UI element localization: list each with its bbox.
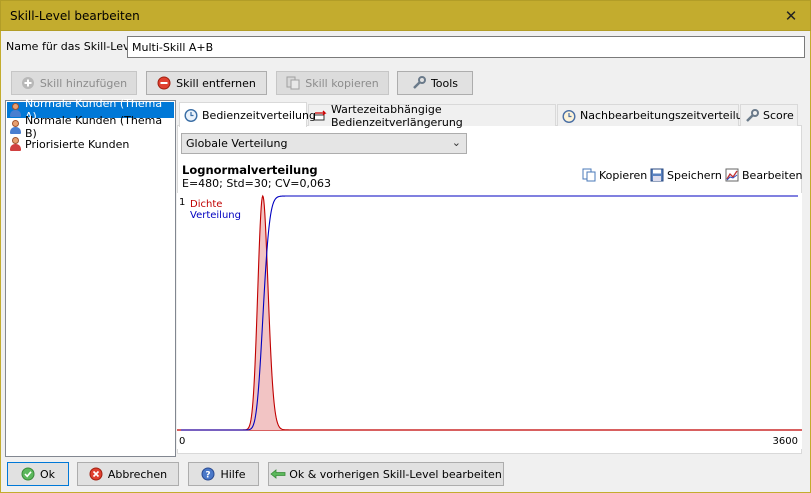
- help-button[interactable]: ? Hilfe: [188, 462, 259, 486]
- arrow-left-icon: [270, 467, 286, 481]
- copy-icon: [286, 76, 300, 90]
- tab-label: Wartezeitabhängige Bedienzeitverlängerun…: [331, 102, 463, 129]
- skill-list[interactable]: Normale Kunden (Thema A) Normale Kunden …: [5, 97, 176, 457]
- tools-label: Tools: [430, 76, 459, 90]
- tab-score[interactable]: Score: [740, 104, 798, 126]
- distribution-mode-select[interactable]: Globale Verteilung ⌄: [181, 133, 467, 154]
- tools-button[interactable]: Tools: [397, 71, 473, 95]
- name-label: Name für das Skill-Level: [6, 40, 140, 53]
- ok-label: Ok: [39, 467, 56, 481]
- x-tick-label-start: 0: [179, 436, 185, 447]
- wrench-icon: [745, 108, 759, 123]
- title-bar: Skill-Level bearbeiten ✕: [0, 0, 811, 31]
- legend-distribution: Verteilung: [190, 210, 241, 221]
- window-title: Skill-Level bearbeiten: [10, 9, 140, 23]
- customer-icon: [9, 120, 22, 134]
- name-input[interactable]: [127, 36, 805, 58]
- edit-distribution-button[interactable]: Bearbeiten: [725, 168, 802, 182]
- customer-icon: [9, 103, 22, 117]
- tab-label: Nachbearbeitungszeitverteilung: [580, 109, 757, 122]
- save-label: Speichern: [667, 168, 722, 182]
- ok-button[interactable]: Ok: [7, 462, 69, 486]
- y-tick-label: 1: [179, 197, 185, 208]
- legend-density: Dichte: [190, 199, 222, 210]
- svg-text:?: ?: [206, 471, 211, 481]
- add-skill-button[interactable]: Skill hinzufügen: [11, 71, 137, 95]
- ok-previous-label: Ok & vorherigen Skill-Level bearbeiten: [289, 467, 502, 481]
- skill-item-thema-b[interactable]: Normale Kunden (Thema B): [7, 114, 174, 140]
- help-icon: ?: [201, 467, 215, 481]
- tab-strip: Bedienzeitverteilung Wartezeitabhängige …: [179, 102, 799, 129]
- check-icon: [21, 467, 35, 481]
- help-label: Hilfe: [220, 467, 246, 481]
- skill-item-label: Priorisierte Kunden: [25, 137, 130, 151]
- cancel-icon: [89, 467, 103, 481]
- tab-label: Bedienzeitverteilung: [202, 108, 316, 122]
- priority-customer-icon: [9, 137, 22, 151]
- copy-icon: [582, 168, 596, 182]
- tab-bedienzeitverteilung[interactable]: Bedienzeitverteilung: [179, 102, 316, 127]
- alarm-clock-icon: [562, 109, 576, 123]
- copy-skill-label: Skill kopieren: [305, 76, 379, 90]
- remove-icon: [157, 76, 171, 90]
- save-icon: [650, 168, 664, 182]
- copy-skill-button[interactable]: Skill kopieren: [276, 71, 389, 95]
- cancel-label: Abbrechen: [107, 467, 168, 481]
- ok-previous-button[interactable]: Ok & vorherigen Skill-Level bearbeiten: [268, 462, 504, 486]
- chevron-down-icon: ⌄: [451, 136, 461, 149]
- chart-edit-icon: [725, 168, 739, 182]
- tab-wartezeitabhaengige-bedienzeitverlaengerung[interactable]: Wartezeitabhängige Bedienzeitverlängerun…: [308, 102, 556, 129]
- distribution-stats: E=480; Std=30; CV=0,063: [182, 177, 331, 190]
- add-icon: [21, 76, 35, 90]
- edit-label: Bearbeiten: [742, 168, 803, 182]
- cancel-button[interactable]: Abbrechen: [77, 462, 179, 486]
- distribution-name: Lognormalverteilung: [182, 163, 318, 177]
- close-icon[interactable]: ✕: [780, 5, 802, 27]
- x-tick-label-end: 3600: [773, 436, 798, 447]
- clock-icon: [184, 108, 198, 123]
- skill-item-priorisiert[interactable]: Priorisierte Kunden: [7, 136, 174, 152]
- remove-skill-label: Skill entfernen: [176, 76, 256, 90]
- tab-nachbearbeitungszeitverteilung[interactable]: Nachbearbeitungszeitverteilung: [557, 104, 757, 126]
- copy-label: Kopieren: [599, 168, 648, 182]
- save-distribution-button[interactable]: Speichern: [650, 168, 722, 182]
- remove-skill-button[interactable]: Skill entfernen: [146, 71, 267, 95]
- wrench-icon: [412, 76, 426, 90]
- copy-distribution-button[interactable]: Kopieren: [582, 168, 647, 182]
- distribution-chart: 1 Dichte Verteilung 0 3600: [177, 193, 802, 449]
- tab-label: Score: [763, 109, 794, 122]
- add-skill-label: Skill hinzufügen: [39, 76, 128, 90]
- distribution-mode-value: Globale Verteilung: [186, 137, 288, 150]
